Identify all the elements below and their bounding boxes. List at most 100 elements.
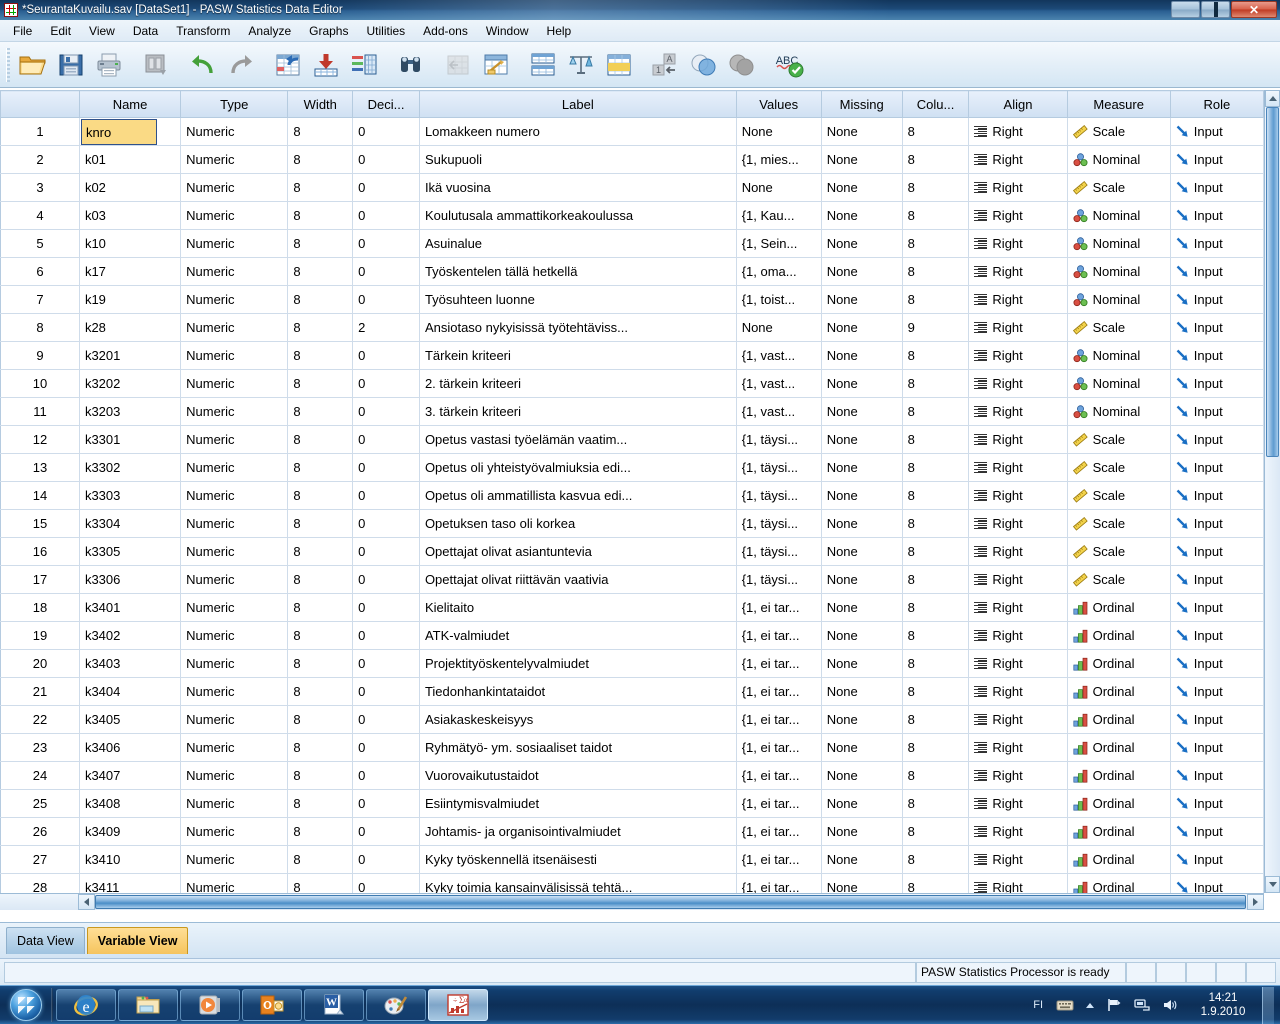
- cell-label[interactable]: Työsuhteen luonne: [419, 285, 737, 314]
- cell-width[interactable]: 8: [287, 285, 354, 314]
- cell-width[interactable]: 8: [287, 761, 354, 790]
- cell-measure[interactable]: Ordinal: [1067, 845, 1171, 874]
- row-header[interactable]: 20: [0, 649, 80, 678]
- cell-width[interactable]: 8: [287, 565, 354, 594]
- cell-decimals[interactable]: 0: [352, 397, 420, 426]
- cell-role[interactable]: Input: [1170, 481, 1265, 510]
- row-header[interactable]: 16: [0, 537, 80, 566]
- table-row[interactable]: 11 k3203 Numeric 8 0 3. tärkein kriteeri {1, v…: [0, 397, 1265, 426]
- minimize-button[interactable]: [1171, 1, 1200, 18]
- cell-align[interactable]: Right: [968, 649, 1068, 678]
- cell-width[interactable]: 8: [287, 537, 354, 566]
- menu-file[interactable]: File: [4, 22, 41, 40]
- cell-name[interactable]: k3303: [79, 481, 182, 510]
- row-header[interactable]: 26: [0, 817, 80, 846]
- row-header[interactable]: 21: [0, 677, 80, 706]
- taskbar-media-player[interactable]: [180, 989, 240, 1021]
- cell-role[interactable]: Input: [1170, 453, 1265, 482]
- cell-width[interactable]: 8: [287, 341, 354, 370]
- find-button[interactable]: [392, 46, 430, 84]
- table-row[interactable]: 22 k3405 Numeric 8 0 Asiakaskeskeisyys {1, ei …: [0, 705, 1265, 734]
- row-header[interactable]: 10: [0, 369, 80, 398]
- cell-measure[interactable]: Nominal: [1067, 257, 1171, 286]
- cell-role[interactable]: Input: [1170, 201, 1265, 230]
- cell-name[interactable]: k17: [79, 257, 182, 286]
- tray-language[interactable]: FI: [1033, 999, 1043, 1011]
- goto-case-button[interactable]: [269, 46, 307, 84]
- cell-measure[interactable]: Scale: [1067, 537, 1171, 566]
- maximize-button[interactable]: [1201, 1, 1230, 18]
- column-header-measure[interactable]: Measure: [1066, 90, 1171, 118]
- cell-name[interactable]: k3203: [79, 397, 182, 426]
- cell-align[interactable]: Right: [968, 313, 1068, 342]
- cell-columns[interactable]: 8: [902, 733, 970, 762]
- cell-columns[interactable]: 8: [902, 453, 970, 482]
- tab-variable-view[interactable]: Variable View: [86, 927, 189, 954]
- cell-align[interactable]: Right: [968, 509, 1068, 538]
- cell-width[interactable]: 8: [287, 845, 354, 874]
- cell-decimals[interactable]: 0: [352, 677, 420, 706]
- menu-view[interactable]: View: [80, 22, 124, 40]
- select-cases-button[interactable]: [600, 46, 638, 84]
- cell-missing[interactable]: None: [821, 565, 903, 594]
- taskbar-pasw-statistics[interactable]: ÷ Σ α: [428, 989, 488, 1021]
- table-row[interactable]: 16 k3305 Numeric 8 0 Opettajat olivat asiantu…: [0, 537, 1265, 566]
- menu-transform[interactable]: Transform: [167, 22, 239, 40]
- cell-role[interactable]: Input: [1170, 789, 1265, 818]
- cell-columns[interactable]: 8: [902, 173, 970, 202]
- cell-width[interactable]: 8: [287, 397, 354, 426]
- cell-role[interactable]: Input: [1170, 397, 1265, 426]
- cell-label[interactable]: Koulutusala ammattikorkeakoulussa: [419, 201, 737, 230]
- row-header[interactable]: 7: [0, 285, 80, 314]
- cell-decimals[interactable]: 0: [352, 341, 420, 370]
- cell-width[interactable]: 8: [287, 201, 354, 230]
- cell-values[interactable]: {1, ei tar...: [736, 761, 822, 790]
- cell-columns[interactable]: 8: [902, 425, 970, 454]
- cell-type[interactable]: Numeric: [180, 537, 289, 566]
- column-header-corner[interactable]: [0, 90, 80, 118]
- tab-data-view[interactable]: Data View: [6, 927, 85, 954]
- cell-columns[interactable]: 8: [902, 593, 970, 622]
- menu-edit[interactable]: Edit: [41, 22, 80, 40]
- cell-values[interactable]: {1, ei tar...: [736, 677, 822, 706]
- cell-align[interactable]: Right: [968, 621, 1068, 650]
- cell-missing[interactable]: None: [821, 369, 903, 398]
- cell-decimals[interactable]: 0: [352, 509, 420, 538]
- cell-decimals[interactable]: 0: [352, 621, 420, 650]
- cell-label[interactable]: Kyky työskennellä itsenäisesti: [419, 845, 737, 874]
- cell-label[interactable]: Sukupuoli: [419, 145, 737, 174]
- selected-cell[interactable]: knro: [80, 118, 157, 145]
- cell-values[interactable]: {1, ei tar...: [736, 649, 822, 678]
- cell-missing[interactable]: None: [821, 425, 903, 454]
- cell-columns[interactable]: 8: [902, 117, 970, 146]
- cell-name[interactable]: k3404: [79, 677, 182, 706]
- row-header[interactable]: 1: [0, 117, 80, 146]
- weight-cases-button[interactable]: [562, 46, 600, 84]
- table-row[interactable]: 14 k3303 Numeric 8 0 Opetus oli ammatillista …: [0, 481, 1265, 510]
- row-header[interactable]: 3: [0, 173, 80, 202]
- cell-label[interactable]: 3. tärkein kriteeri: [419, 397, 737, 426]
- row-header[interactable]: 5: [0, 229, 80, 258]
- cell-type[interactable]: Numeric: [180, 313, 289, 342]
- cell-align[interactable]: Right: [968, 425, 1068, 454]
- cell-name[interactable]: k3408: [79, 789, 182, 818]
- cell-columns[interactable]: 8: [902, 229, 970, 258]
- cell-values[interactable]: {1, oma...: [736, 257, 822, 286]
- cell-measure[interactable]: Ordinal: [1067, 817, 1171, 846]
- cell-measure[interactable]: Nominal: [1067, 341, 1171, 370]
- show-hidden-icons-icon[interactable]: [1086, 1002, 1094, 1008]
- cell-width[interactable]: 8: [287, 117, 354, 146]
- cell-width[interactable]: 8: [287, 509, 354, 538]
- cell-columns[interactable]: 8: [902, 145, 970, 174]
- cell-measure[interactable]: Scale: [1067, 509, 1171, 538]
- menu-graphs[interactable]: Graphs: [300, 22, 357, 40]
- cell-values[interactable]: None: [736, 117, 822, 146]
- cell-values[interactable]: None: [736, 313, 822, 342]
- cell-columns[interactable]: 8: [902, 509, 970, 538]
- cell-missing[interactable]: None: [821, 145, 903, 174]
- row-header[interactable]: 25: [0, 789, 80, 818]
- cell-align[interactable]: Right: [968, 453, 1068, 482]
- cell-missing[interactable]: None: [821, 845, 903, 874]
- cell-values[interactable]: {1, ei tar...: [736, 789, 822, 818]
- cell-label[interactable]: Ikä vuosina: [419, 173, 737, 202]
